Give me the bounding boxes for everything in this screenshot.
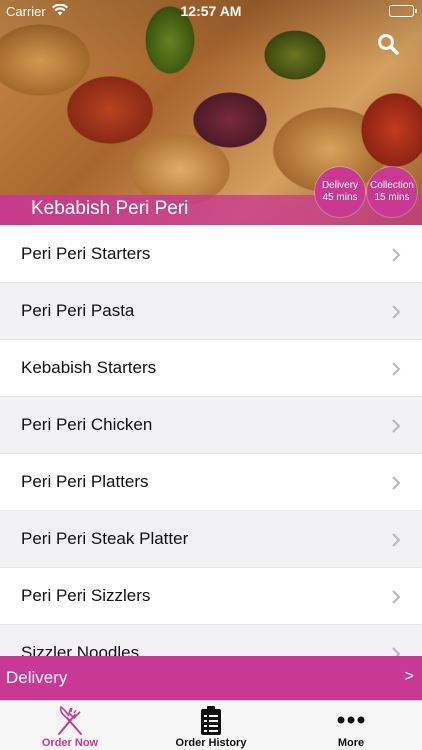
chevron-right-icon <box>392 647 401 656</box>
tab-more[interactable]: More <box>281 701 421 750</box>
chevron-right-icon <box>392 305 401 319</box>
order-type-bar[interactable]: Delivery > <box>0 656 422 700</box>
menu-category-row[interactable]: Peri Peri Starters <box>0 226 422 283</box>
menu-category-list: Peri Peri Starters Peri Peri Pasta Kebab… <box>0 226 422 656</box>
order-type-label: Delivery <box>6 668 68 687</box>
restaurant-name: Kebabish Peri Peri <box>31 198 189 219</box>
delivery-time-badge: Delivery 45 mins <box>315 167 365 217</box>
menu-category-row[interactable]: Kebabish Starters <box>0 340 422 397</box>
menu-category-row[interactable]: Peri Peri Sizzlers <box>0 568 422 625</box>
battery-icon <box>389 5 417 17</box>
menu-category-row[interactable]: Sizzler Noodles <box>0 625 422 656</box>
menu-category-row[interactable]: Peri Peri Platters <box>0 454 422 511</box>
status-bar: Carrier 12:57 AM <box>0 0 422 22</box>
chevron-right-icon <box>392 533 401 547</box>
menu-category-label: Sizzler Noodles <box>21 643 140 656</box>
menu-category-row[interactable]: Peri Peri Pasta <box>0 283 422 340</box>
chevron-right-icon <box>392 476 401 490</box>
tab-order-history[interactable]: Order History <box>141 701 281 750</box>
search-icon[interactable] <box>376 32 400 56</box>
clipboard-list-icon <box>201 706 221 735</box>
collection-badge-time: 15 mins <box>374 192 410 203</box>
order-type-arrow-icon: > <box>404 668 414 685</box>
status-time: 12:57 AM <box>180 3 242 19</box>
menu-category-label: Peri Peri Sizzlers <box>21 586 151 605</box>
menu-category-label: Peri Peri Starters <box>21 244 151 263</box>
chevron-right-icon <box>392 248 401 262</box>
collection-badge-label: Collection <box>370 180 414 191</box>
menu-category-label: Peri Peri Chicken <box>21 415 153 434</box>
menu-category-row[interactable]: Peri Peri Chicken <box>0 397 422 454</box>
tab-bar: Order Now Order History More <box>0 700 422 750</box>
tab-order-now[interactable]: Order Now <box>0 701 140 750</box>
fork-knife-icon <box>58 705 82 735</box>
menu-category-label: Kebabish Starters <box>21 358 157 377</box>
menu-category-row[interactable]: Peri Peri Steak Platter <box>0 511 422 568</box>
collection-time-badge: Collection 15 mins <box>367 167 417 217</box>
chevron-right-icon <box>392 419 401 433</box>
delivery-badge-label: Delivery <box>321 180 359 191</box>
menu-category-label: Peri Peri Steak Platter <box>21 529 189 548</box>
chevron-right-icon <box>392 362 401 376</box>
tab-label: More <box>337 737 365 749</box>
menu-category-label: Peri Peri Pasta <box>21 301 135 320</box>
chevron-right-icon <box>392 590 401 604</box>
menu-category-label: Peri Peri Platters <box>21 472 149 491</box>
tab-label: Order Now <box>41 737 99 749</box>
delivery-badge-time: 45 mins <box>322 192 358 203</box>
more-dots-icon <box>337 716 365 724</box>
tab-label: Order History <box>175 737 247 749</box>
